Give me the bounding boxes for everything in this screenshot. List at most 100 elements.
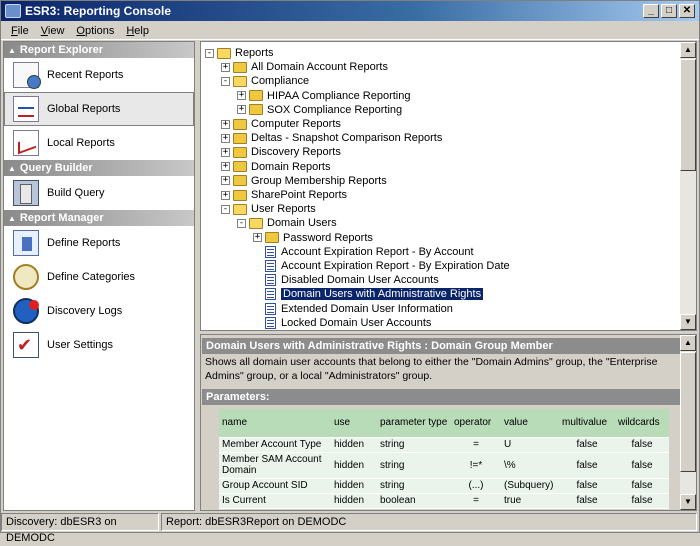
section-query-builder[interactable]: ▲ Query Builder: [4, 160, 194, 176]
column-header[interactable]: name: [219, 409, 331, 438]
tree-node-label[interactable]: Account Expiration Report - By Account: [281, 246, 474, 258]
menu-options[interactable]: Options: [70, 25, 120, 37]
collapse-icon[interactable]: -: [205, 48, 214, 58]
define-reports-icon: [13, 230, 39, 256]
tree-scrollbar[interactable]: ▲ ▼: [680, 42, 696, 330]
expand-icon[interactable]: +: [253, 233, 262, 243]
folder-open-icon: [233, 203, 247, 215]
navigation-panel: ▲ Report Explorer Recent Reports Global R…: [3, 41, 195, 511]
global-reports-icon: [13, 96, 39, 122]
table-row[interactable]: Group Account SID hidden string (...) (S…: [219, 478, 669, 494]
tree-node[interactable]: Locked Domain User Accounts: [253, 316, 431, 330]
tree-node[interactable]: Extended Domain User Information: [253, 302, 453, 316]
tree-node-label[interactable]: Disabled Domain User Accounts: [281, 274, 439, 286]
menu-view[interactable]: View: [35, 25, 71, 37]
tree-node[interactable]: + Group Membership Reports: [221, 174, 387, 188]
tree-node-label[interactable]: Reports: [235, 47, 274, 59]
status-discovery: Discovery: dbESR3 on DEMODC: [1, 513, 159, 544]
tree-node[interactable]: + SharePoint Reports: [221, 188, 347, 202]
details-scrollbar[interactable]: ▲ ▼: [680, 335, 696, 510]
collapse-icon[interactable]: -: [221, 204, 230, 214]
tree-node[interactable]: - Compliance: [221, 74, 309, 88]
expand-icon[interactable]: +: [221, 147, 230, 157]
maximize-button[interactable]: □: [661, 4, 677, 18]
column-header[interactable]: parameter type: [377, 409, 451, 438]
tree-node-label[interactable]: Password Reports: [283, 232, 373, 244]
column-header[interactable]: multivalue: [559, 409, 615, 438]
column-header[interactable]: operator: [451, 409, 501, 438]
scroll-up-button[interactable]: ▲: [680, 335, 696, 351]
tree-node-label[interactable]: SOX Compliance Reporting: [267, 104, 402, 116]
tree-node[interactable]: - Reports: [205, 46, 274, 60]
tree-node[interactable]: Domain Users with Administrative Rights: [253, 287, 484, 301]
expand-icon[interactable]: +: [221, 62, 230, 72]
expand-icon[interactable]: +: [221, 133, 230, 143]
expand-icon[interactable]: +: [237, 91, 246, 101]
expand-icon[interactable]: +: [221, 190, 230, 200]
menu-bar: File View Options Help: [1, 22, 699, 40]
tree-node[interactable]: + HIPAA Compliance Reporting: [237, 89, 410, 103]
tree-node[interactable]: + Computer Reports: [221, 117, 341, 131]
column-header[interactable]: wildcards: [615, 409, 669, 438]
tree-node-label[interactable]: Extended Domain User Information: [281, 303, 453, 315]
tree-node[interactable]: + Deltas - Snapshot Comparison Reports: [221, 131, 442, 145]
tree-node-label[interactable]: Discovery Reports: [251, 146, 341, 158]
scroll-down-button[interactable]: ▼: [680, 314, 696, 330]
expand-icon[interactable]: +: [221, 162, 230, 172]
nav-define-categories[interactable]: Define Categories: [4, 260, 194, 294]
tree-node-label[interactable]: SharePoint Reports: [251, 189, 347, 201]
tree-node[interactable]: + SOX Compliance Reporting: [237, 103, 402, 117]
tree-node[interactable]: Account Expiration Report - By Account: [253, 245, 474, 259]
column-header[interactable]: value: [501, 409, 559, 438]
tree-node-label[interactable]: Locked Domain User Accounts: [281, 317, 431, 329]
scroll-thumb[interactable]: [680, 59, 696, 171]
section-report-manager[interactable]: ▲ Report Manager: [4, 210, 194, 226]
tree-node[interactable]: + Discovery Reports: [221, 145, 341, 159]
table-row[interactable]: Member Account Type hidden string = U fa…: [219, 437, 669, 453]
scroll-up-button[interactable]: ▲: [680, 42, 696, 58]
tree-node-label[interactable]: Domain Reports: [251, 161, 330, 173]
tree-node[interactable]: Account Expiration Report - By Expiratio…: [253, 259, 510, 273]
folder-open-icon: [217, 47, 231, 59]
menu-help[interactable]: Help: [120, 25, 155, 37]
tree-node-label[interactable]: User Reports: [251, 203, 316, 215]
tree-node[interactable]: - Domain Users: [237, 216, 337, 230]
section-report-explorer[interactable]: ▲ Report Explorer: [4, 42, 194, 58]
tree-node[interactable]: + Domain Reports: [221, 160, 330, 174]
tree-node-label[interactable]: Computer Reports: [251, 118, 341, 130]
expand-icon[interactable]: +: [237, 105, 246, 115]
tree-node-label[interactable]: HIPAA Compliance Reporting: [267, 90, 410, 102]
tree-node-label[interactable]: All Domain Account Reports: [251, 61, 388, 73]
tree-node[interactable]: + Password Reports: [253, 231, 373, 245]
menu-file[interactable]: File: [5, 25, 35, 37]
nav-define-reports[interactable]: Define Reports: [4, 226, 194, 260]
report-icon: [265, 316, 276, 329]
collapse-icon[interactable]: -: [237, 218, 246, 228]
tree-node-label[interactable]: Domain Users: [267, 217, 337, 229]
tree-node[interactable]: - User Reports: [221, 202, 316, 216]
tree-node[interactable]: Disabled Domain User Accounts: [253, 273, 439, 287]
close-button[interactable]: ✕: [679, 4, 695, 18]
expand-icon[interactable]: +: [221, 119, 230, 129]
nav-global-reports[interactable]: Global Reports: [4, 92, 194, 126]
tree-node-label[interactable]: Deltas - Snapshot Comparison Reports: [251, 132, 442, 144]
nav-discovery-logs[interactable]: Discovery Logs: [4, 294, 194, 328]
minimize-button[interactable]: _: [643, 4, 659, 18]
tree-node-label[interactable]: Group Membership Reports: [251, 175, 387, 187]
nav-build-query[interactable]: Build Query: [4, 176, 194, 210]
collapse-icon[interactable]: -: [221, 76, 230, 86]
tree-node[interactable]: + All Domain Account Reports: [221, 60, 388, 74]
tree-node-label[interactable]: Domain Users with Administrative Rights: [281, 288, 484, 301]
tree-node-label[interactable]: Compliance: [251, 75, 309, 87]
tree-node-label[interactable]: Account Expiration Report - By Expiratio…: [281, 260, 510, 272]
column-header[interactable]: use: [331, 409, 377, 438]
scroll-down-button[interactable]: ▼: [680, 494, 696, 510]
table-row[interactable]: Member SAM Account Domain hidden string …: [219, 452, 669, 479]
nav-user-settings[interactable]: User Settings: [4, 328, 194, 362]
nav-recent-reports[interactable]: Recent Reports: [4, 58, 194, 92]
table-row[interactable]: Is Current hidden boolean = true false f…: [219, 493, 669, 509]
report-details: Domain Users with Administrative Rights …: [200, 334, 697, 511]
expand-icon[interactable]: +: [221, 176, 230, 186]
nav-local-reports[interactable]: Local Reports: [4, 126, 194, 160]
scroll-thumb[interactable]: [680, 352, 696, 472]
